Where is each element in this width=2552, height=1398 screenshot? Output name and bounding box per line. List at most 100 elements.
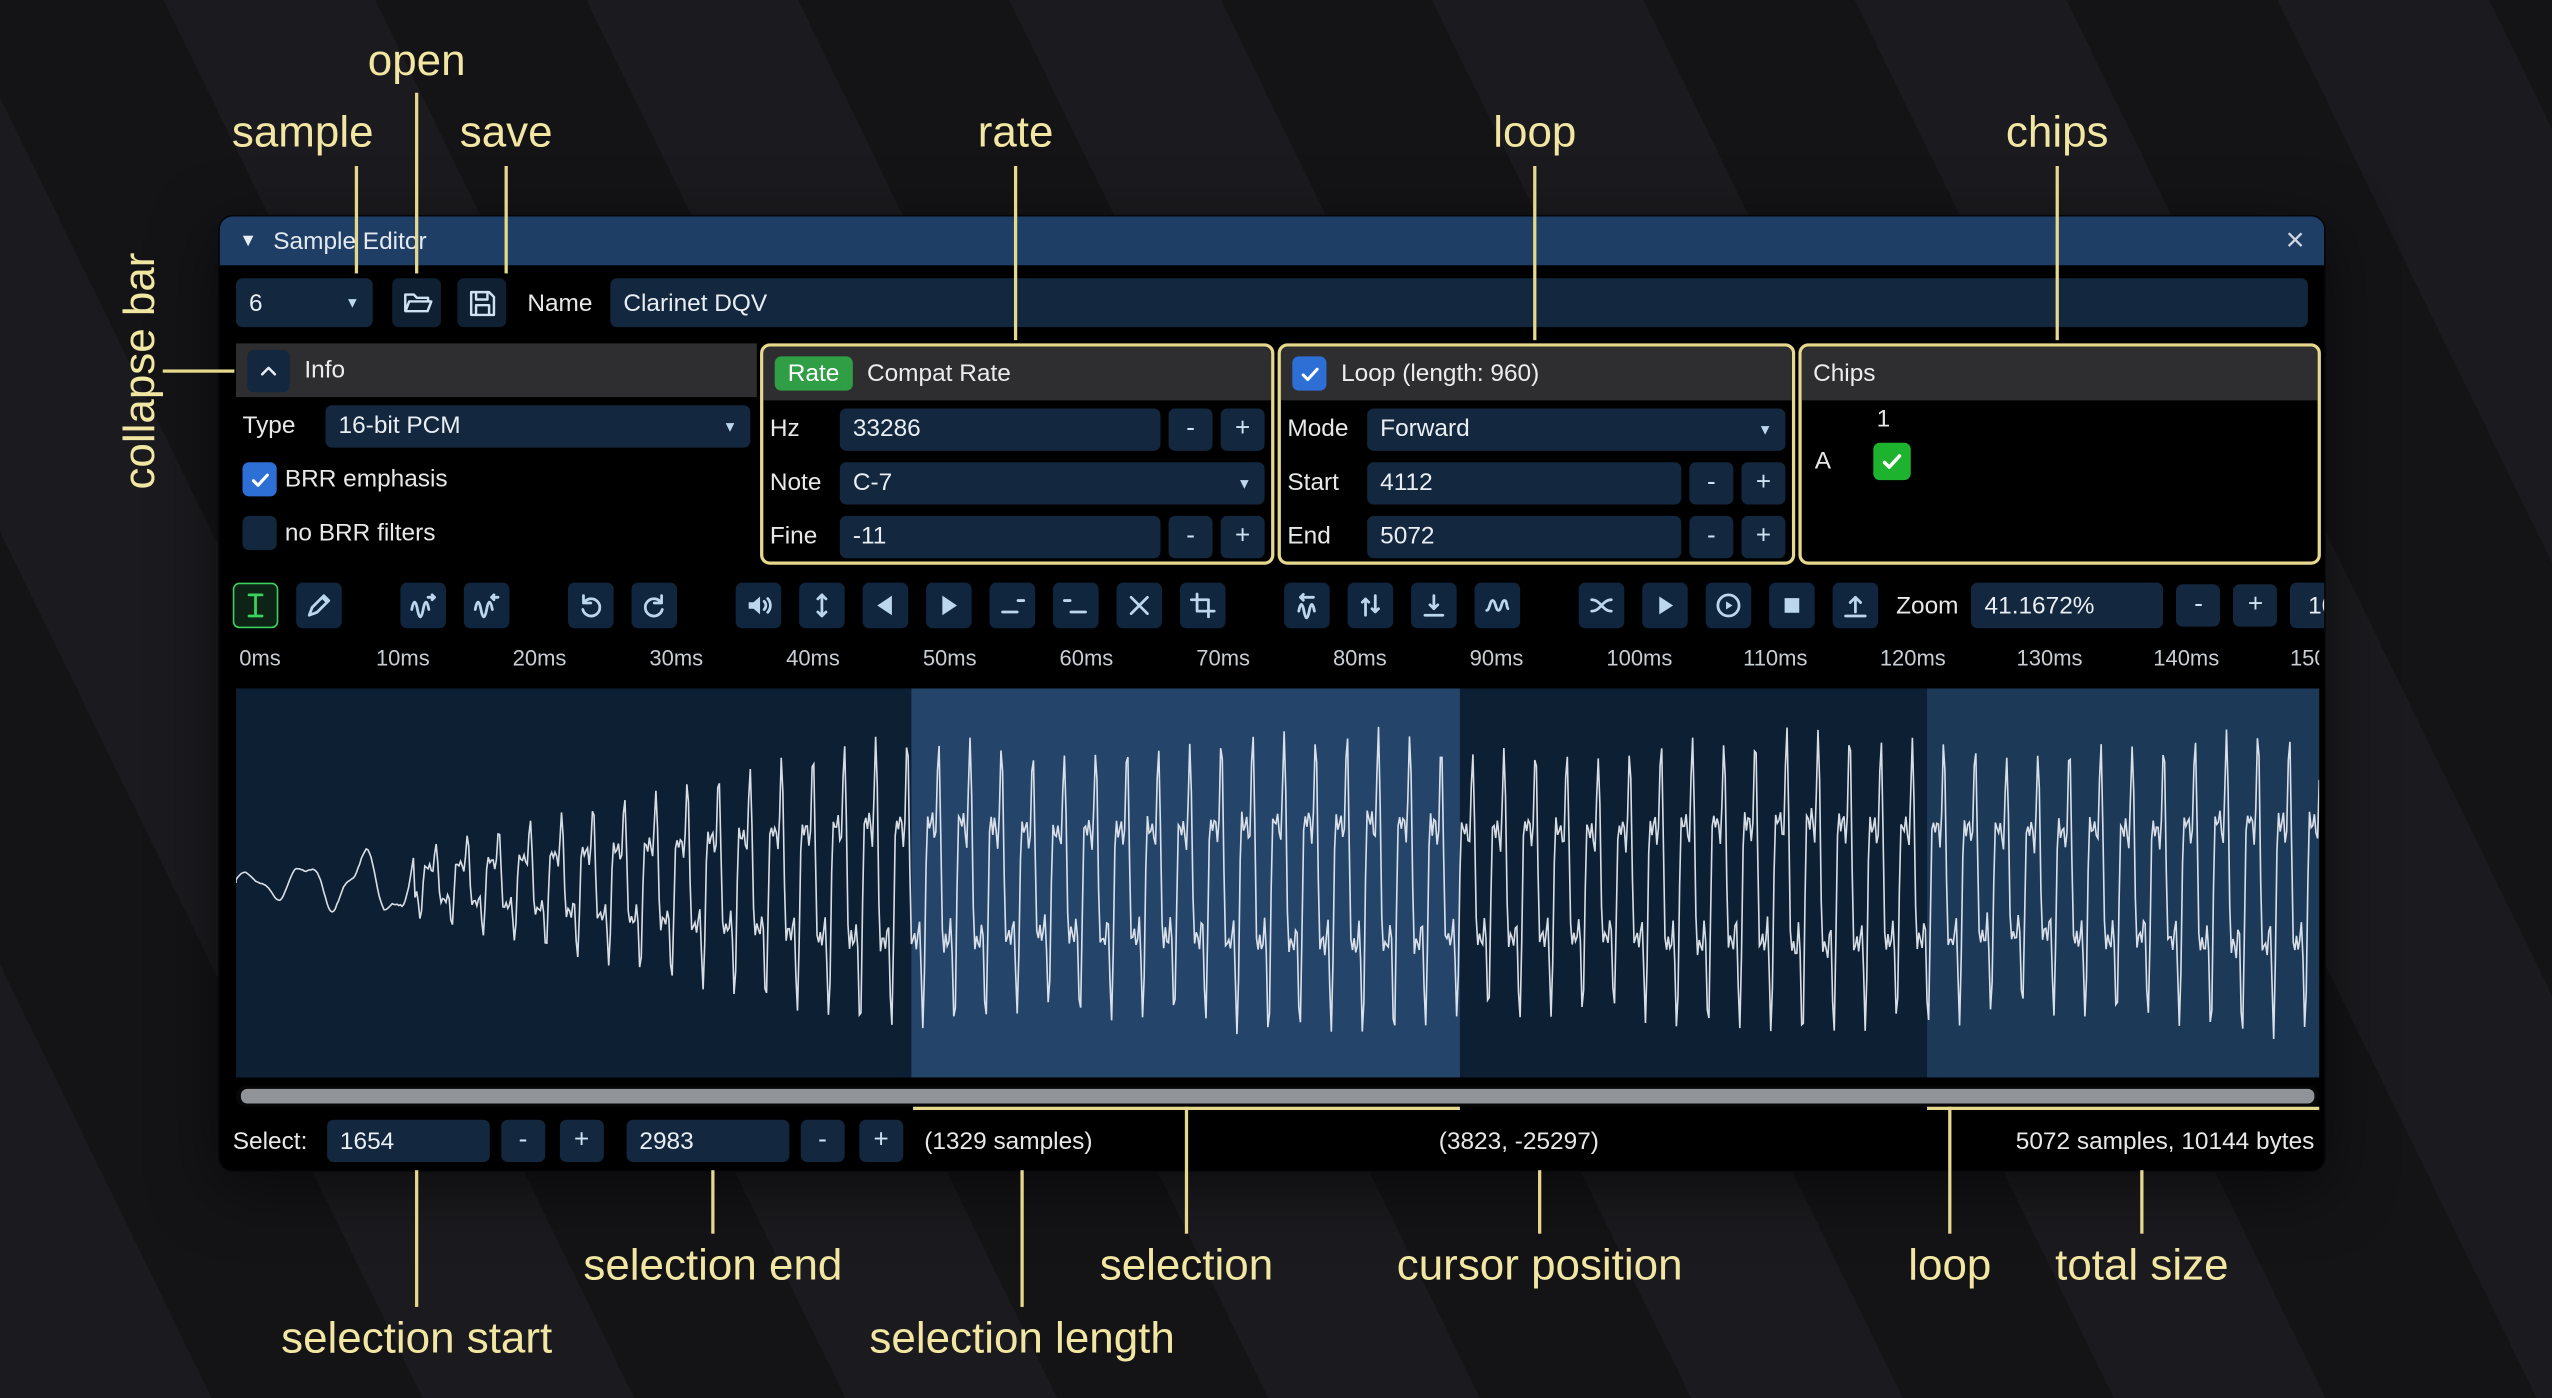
fade-in-button[interactable] <box>863 583 909 629</box>
ruler-tick: 0ms <box>239 646 281 670</box>
annotation-line <box>1014 166 1017 340</box>
hz-plus-button[interactable]: + <box>1221 408 1265 450</box>
loop-start-minus-button[interactable]: - <box>1689 461 1733 503</box>
chevron-down-icon: ▼ <box>723 417 738 433</box>
ruler-tick: 90ms <box>1470 646 1524 670</box>
chips-panel: Chips 1 A <box>1798 343 2320 564</box>
amplify-button[interactable] <box>736 583 782 629</box>
titlebar[interactable]: ▼ Sample Editor × <box>220 216 2324 265</box>
loop-end-minus-button[interactable]: - <box>1689 515 1733 557</box>
draw-button[interactable] <box>296 583 342 629</box>
annotation-selection-length: selection length <box>869 1313 1174 1363</box>
check-icon <box>248 468 271 491</box>
waveform-scrollbar[interactable] <box>236 1086 2319 1107</box>
zoom-input[interactable]: 41.1672% <box>1972 583 2164 629</box>
selection-end-plus-button[interactable]: + <box>859 1120 903 1162</box>
selection-end-input[interactable]: 2983 <box>626 1120 789 1162</box>
reverse-button[interactable] <box>1284 583 1330 629</box>
delete-button[interactable] <box>1117 583 1163 629</box>
sample-number-select[interactable]: 6 ▼ <box>236 278 373 327</box>
insert-silence-button[interactable] <box>990 583 1036 629</box>
triangle-right-icon <box>934 591 963 620</box>
loop-enable-checkbox[interactable] <box>1292 356 1326 390</box>
cursor-position-text-wrap: (3823, -25297) <box>1439 1118 1599 1164</box>
speaker-icon <box>744 591 773 620</box>
save-sample-button[interactable] <box>457 278 506 327</box>
waveform-view[interactable] <box>236 688 2319 1077</box>
hz-minus-button[interactable]: - <box>1169 408 1213 450</box>
type-label: Type <box>243 412 318 440</box>
window-collapse-icon[interactable]: ▼ <box>239 231 257 251</box>
resize-button[interactable] <box>400 583 446 629</box>
arrow-to-line-icon <box>1419 591 1448 620</box>
selection-start-plus-button[interactable]: + <box>560 1120 604 1162</box>
open-sample-button[interactable] <box>392 278 441 327</box>
redo-button[interactable] <box>631 583 677 629</box>
wave-resample-icon <box>472 591 501 620</box>
annotation-chips: chips <box>2006 107 2109 157</box>
check-icon <box>1298 362 1321 385</box>
ruler-tick: 30ms <box>649 646 703 670</box>
annotation-total-size: total size <box>2055 1240 2228 1290</box>
loop-end-input[interactable]: 5072 <box>1367 515 1681 557</box>
import-button[interactable] <box>1833 583 1879 629</box>
edit-cursor-button[interactable] <box>233 583 279 629</box>
selection-end-minus-button[interactable]: - <box>801 1120 845 1162</box>
selection-start-input[interactable]: 1654 <box>327 1120 490 1162</box>
fine-minus-button[interactable]: - <box>1169 515 1213 557</box>
sample-name-input[interactable]: Clarinet DQV <box>610 278 2308 327</box>
apply-silence-button[interactable] <box>1053 583 1099 629</box>
annotation-line <box>1538 1170 1541 1233</box>
fine-plus-button[interactable]: + <box>1221 515 1265 557</box>
loop-start-input[interactable]: 4112 <box>1367 461 1681 503</box>
loop-start-plus-button[interactable]: + <box>1741 461 1785 503</box>
annotation-sample: sample <box>232 107 374 157</box>
window-title: Sample Editor <box>273 227 426 255</box>
normalize-button[interactable] <box>799 583 845 629</box>
zoom-reset-button[interactable]: 100% <box>2291 583 2325 629</box>
fine-input[interactable]: -11 <box>840 515 1161 557</box>
type-select[interactable]: 16-bit PCM ▼ <box>326 404 751 446</box>
signedness-button[interactable] <box>1411 583 1457 629</box>
chevron-down-icon: ▼ <box>1237 474 1252 490</box>
crossfade-button[interactable] <box>1579 583 1625 629</box>
zoom-plus-button[interactable]: + <box>2234 584 2278 626</box>
zoom-minus-button[interactable]: - <box>2177 584 2221 626</box>
silence-insert-icon <box>998 591 1027 620</box>
selection-start-minus-button[interactable]: - <box>501 1120 545 1162</box>
annotation-line <box>1020 1170 1023 1307</box>
annotation-line <box>505 166 508 273</box>
scrollbar-thumb[interactable] <box>241 1089 2315 1104</box>
annotation-line <box>711 1170 714 1233</box>
loop-mode-select[interactable]: Forward ▼ <box>1367 408 1785 450</box>
filter-button[interactable] <box>1475 583 1521 629</box>
selection-length-text: (1329 samples) <box>924 1127 1092 1155</box>
hz-input[interactable]: 33286 <box>840 408 1161 450</box>
loop-end-plus-button[interactable]: + <box>1741 515 1785 557</box>
wave-resize-icon <box>409 591 438 620</box>
loop-panel: Loop (length: 960) Mode Forward ▼ Start … <box>1278 343 1796 564</box>
rate-badge: Rate <box>775 356 853 390</box>
brr-emphasis-checkbox[interactable] <box>243 462 277 496</box>
chip-enable-checkbox[interactable] <box>1873 443 1910 480</box>
note-select[interactable]: C-7 ▼ <box>840 461 1265 503</box>
stop-button[interactable] <box>1769 583 1815 629</box>
resample-button[interactable] <box>464 583 510 629</box>
preview-button[interactable] <box>1642 583 1688 629</box>
ruler-tick: 50ms <box>923 646 977 670</box>
vertical-arrows-icon <box>807 591 836 620</box>
close-icon[interactable]: × <box>2286 225 2305 258</box>
ruler-tick: 150ms <box>2290 646 2319 670</box>
preview-loop-button[interactable] <box>1706 583 1752 629</box>
annotation-selection: selection <box>1100 1240 1273 1290</box>
loop-mode-value: Forward <box>1380 415 1470 443</box>
undo-button[interactable] <box>568 583 614 629</box>
name-label: Name <box>527 289 592 317</box>
silence-apply-icon <box>1061 591 1090 620</box>
no-brr-filters-checkbox[interactable] <box>243 516 277 550</box>
invert-button[interactable] <box>1348 583 1394 629</box>
collapse-bar-button[interactable] <box>247 349 289 391</box>
trim-button[interactable] <box>1180 583 1226 629</box>
fade-out-button[interactable] <box>926 583 972 629</box>
annotation-loop-bottom: loop <box>1908 1240 1991 1290</box>
